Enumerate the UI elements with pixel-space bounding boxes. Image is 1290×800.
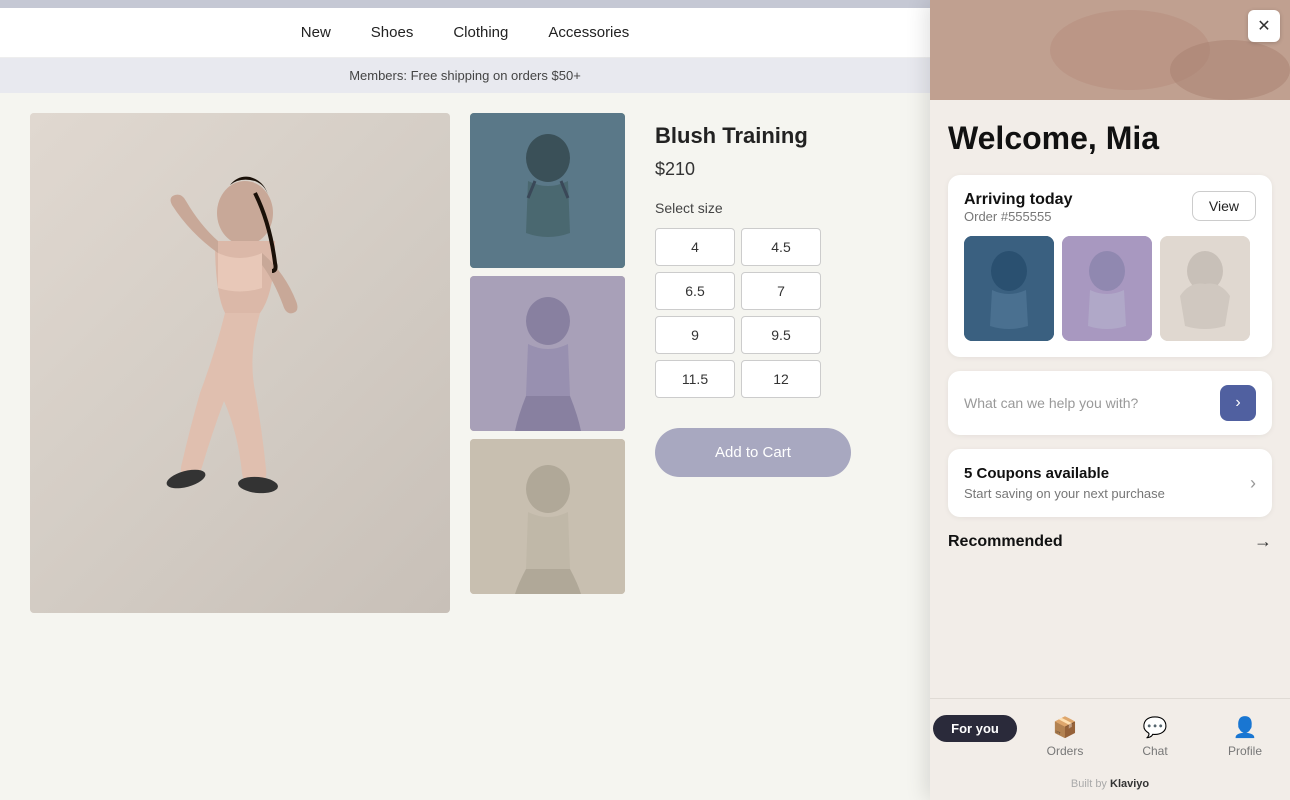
thumbnail-2[interactable] <box>470 276 625 431</box>
recommended-title: Recommended <box>948 533 1063 551</box>
coupons-title: 5 Coupons available <box>964 465 1165 482</box>
promo-text: Members: Free shipping on orders $50+ <box>349 68 581 83</box>
chat-label: Chat <box>1142 744 1167 758</box>
size-9[interactable]: 9 <box>655 316 735 354</box>
main-nav: New Shoes Clothing Accessories <box>0 8 930 58</box>
welcome-title: Welcome, Mia <box>948 120 1272 157</box>
recommended-arrow-icon[interactable]: → <box>1254 531 1272 552</box>
thumbnail-1[interactable] <box>470 113 625 268</box>
orders-icon: 📦 <box>1053 715 1078 740</box>
product-title: Blush Training <box>655 123 851 149</box>
size-12[interactable]: 12 <box>741 360 821 398</box>
nav-new[interactable]: New <box>301 24 331 41</box>
order-image-3 <box>1160 236 1250 341</box>
size-4[interactable]: 4 <box>655 228 735 266</box>
chat-placeholder: What can we help you with? <box>964 395 1220 411</box>
promo-bar: Members: Free shipping on orders $50+ <box>0 58 930 93</box>
profile-icon: 👤 <box>1233 715 1258 740</box>
size-11-5[interactable]: 11.5 <box>655 360 735 398</box>
send-icon: › <box>1235 394 1240 412</box>
order-images <box>964 236 1256 341</box>
panel-hero: ✕ <box>930 0 1290 100</box>
arriving-title: Arriving today <box>964 191 1072 209</box>
size-7[interactable]: 7 <box>741 272 821 310</box>
thumbnail-3[interactable] <box>470 439 625 594</box>
tab-orders[interactable]: 📦 Orders <box>1020 709 1110 764</box>
order-image-1 <box>964 236 1054 341</box>
orders-label: Orders <box>1047 744 1084 758</box>
order-image-2 <box>1062 236 1152 341</box>
close-icon: ✕ <box>1257 16 1270 36</box>
view-order-button[interactable]: View <box>1192 191 1256 221</box>
order-card-info: Arriving today Order #555555 <box>964 191 1072 224</box>
thumb3-svg <box>470 439 625 594</box>
for-you-pill: For you <box>933 715 1017 742</box>
bottom-nav: For you 📦 Orders 💬 Chat 👤 Profile <box>930 698 1290 772</box>
product-info: Blush Training $210 Select size 4 4.5 6.… <box>645 113 851 613</box>
chat-icon: 💬 <box>1143 715 1168 740</box>
order-card: Arriving today Order #555555 View <box>948 175 1272 357</box>
panel-content: Welcome, Mia Arriving today Order #55555… <box>930 100 1290 698</box>
tab-chat[interactable]: 💬 Chat <box>1110 709 1200 764</box>
hero-svg <box>930 0 1290 100</box>
klaviyo-logo: Klaviyo <box>1110 778 1149 790</box>
coupons-info: 5 Coupons available Start saving on your… <box>964 465 1165 501</box>
nav-accessories[interactable]: Accessories <box>548 24 629 41</box>
nav-shoes[interactable]: Shoes <box>371 24 414 41</box>
size-9-5[interactable]: 9.5 <box>741 316 821 354</box>
chat-send-button[interactable]: › <box>1220 385 1256 421</box>
tab-profile[interactable]: 👤 Profile <box>1200 709 1290 764</box>
main-product-image <box>30 113 450 613</box>
coupons-chevron-icon: › <box>1250 473 1256 494</box>
order-img3-svg <box>1160 236 1250 341</box>
size-label: Select size <box>655 200 851 216</box>
chat-input-area[interactable]: What can we help you with? › <box>948 371 1272 435</box>
thumb2-svg <box>470 276 625 431</box>
coupons-card[interactable]: 5 Coupons available Start saving on your… <box>948 449 1272 517</box>
klaviyo-footer: Built by Klaviyo <box>930 772 1290 800</box>
profile-label: Profile <box>1228 744 1262 758</box>
klaviyo-built-by: Built by <box>1071 778 1107 790</box>
top-bar <box>0 0 930 8</box>
runner-svg <box>100 133 380 593</box>
side-panel: ✕ Welcome, Mia Arriving today Order #555… <box>930 0 1290 800</box>
recommended-header: Recommended → <box>948 531 1272 552</box>
order-img1-svg <box>964 236 1054 341</box>
size-grid: 4 4.5 6.5 7 9 9.5 11.5 12 <box>655 228 851 398</box>
site-wrapper: New Shoes Clothing Accessories Members: … <box>0 0 930 800</box>
product-area: Blush Training $210 Select size 4 4.5 6.… <box>0 93 930 633</box>
close-button[interactable]: ✕ <box>1248 10 1280 42</box>
size-4-5[interactable]: 4.5 <box>741 228 821 266</box>
order-img2-svg <box>1062 236 1152 341</box>
add-to-cart-button[interactable]: Add to Cart <box>655 428 851 477</box>
nav-clothing[interactable]: Clothing <box>453 24 508 41</box>
panel-hero-image <box>930 0 1290 100</box>
size-6-5[interactable]: 6.5 <box>655 272 735 310</box>
tab-for-you[interactable]: For you <box>930 709 1020 764</box>
thumb1-svg <box>470 113 625 268</box>
main-image-placeholder <box>30 113 450 613</box>
order-card-header: Arriving today Order #555555 View <box>964 191 1256 224</box>
coupons-subtitle: Start saving on your next purchase <box>964 486 1165 501</box>
product-price: $210 <box>655 159 851 180</box>
order-number: Order #555555 <box>964 209 1072 224</box>
thumbnail-column <box>470 113 625 613</box>
